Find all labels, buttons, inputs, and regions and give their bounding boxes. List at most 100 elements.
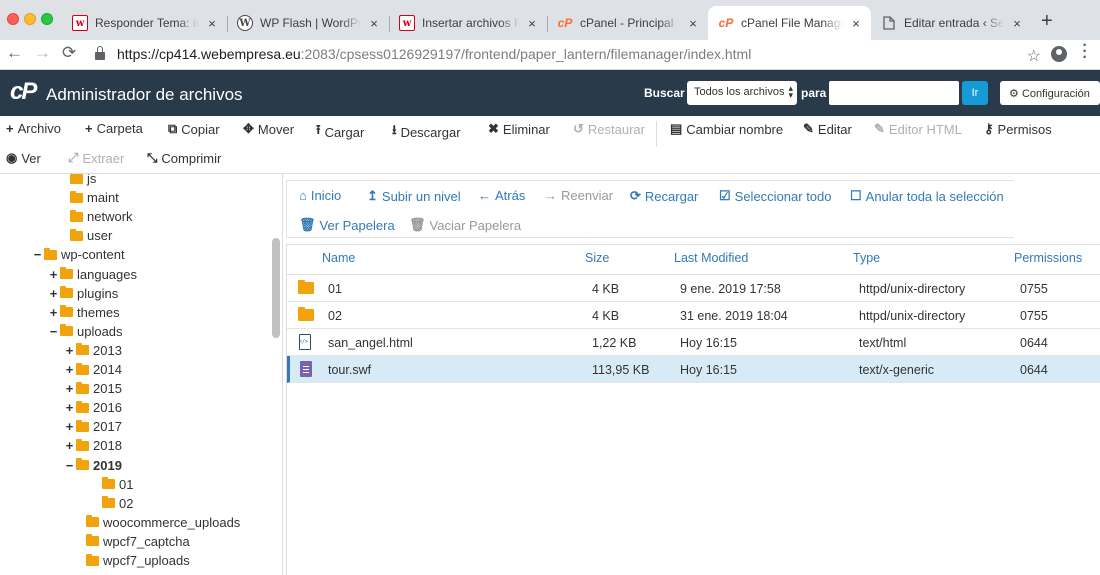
nav-atrás-button[interactable]: ← Atrás [478,188,525,203]
nav-anular-toda-la-selección-button[interactable]: ☐ Anular toda la selección [850,188,1004,204]
toolbar-restaurar-button[interactable]: ↺ Restaurar [573,121,645,137]
tree-scrollbar[interactable] [272,238,280,338]
address-bar[interactable]: https://cp414.webempresa.eu:2083/cpsess0… [85,42,1075,66]
tab-close-icon[interactable]: × [205,16,219,31]
toolbar-editor-html-button[interactable]: ✎ Editor HTML [874,121,962,137]
tree-item-02[interactable]: 02 [102,494,133,513]
table-row[interactable]: san_angel.html 1,22 KB Hoy 16:15 text/html 0… [287,329,1100,356]
tree-item-themes[interactable]: + themes [48,303,120,322]
tree-item-js[interactable]: js [70,174,96,188]
tree-item-wp-content[interactable]: − wp-content [32,245,125,264]
expand-icon[interactable]: + [64,381,75,396]
toolbar-permisos-button[interactable]: ⚷ Permisos [984,121,1052,137]
tree-item-2013[interactable]: +2013 [64,341,122,360]
column-header-name[interactable]: Name [322,251,355,265]
tree-item-wpcf7-captcha[interactable]: wpcf7_captcha [86,532,190,551]
tree-item-network[interactable]: network [70,207,133,226]
browser-tab[interactable]: w Insertar archivos Flash × [389,6,547,40]
expand-icon[interactable]: + [64,400,75,415]
table-row[interactable]: tour.swf 113,95 KB Hoy 16:15 text/x-generic… [287,356,1100,383]
tree-item-languages[interactable]: + languages [48,265,137,284]
tree-item-2016[interactable]: +2016 [64,398,122,417]
nav-button-label: Anular toda la selección [865,188,1004,204]
window-close-button[interactable] [7,13,19,25]
column-header-last-modified[interactable]: Last Modified [674,251,748,265]
profile-icon[interactable] [1051,46,1067,62]
tree-item-01[interactable]: 01 [102,475,133,494]
tree-item-uploads[interactable]: − uploads [48,322,123,341]
toolbar-extraer-button[interactable]: ⤢ Extraer [68,150,124,166]
collapse-icon[interactable]: − [64,458,75,473]
collapse-icon[interactable]: − [32,247,43,262]
toolbar-ver-button[interactable]: ◉ Ver [6,150,41,166]
tree-item-label: plugins [77,285,119,301]
toolbar-descargar-button[interactable]: ⭳ Descargar [392,121,461,143]
expand-icon[interactable]: + [64,419,75,434]
nav-reenviar-button[interactable]: → Reenviar [544,188,613,203]
browser-tab[interactable]: cP cPanel - Principal × [547,6,708,40]
toolbar-eliminar-button[interactable]: ✖ Eliminar [488,121,550,137]
expand-icon[interactable]: + [64,343,75,358]
nav-ver-papelera-button[interactable]: 🗑 Ver Papelera [299,217,395,233]
tree-item-2019[interactable]: − 2019 [64,456,122,475]
back-icon[interactable]: ← [6,43,23,63]
toolbar-copiar-button[interactable]: ⧉ Copiar [168,121,220,137]
nav-seleccionar-todo-button[interactable]: ☑ Seleccionar todo [719,188,832,204]
rename-icon: ▤ [670,121,683,136]
tree-item-woocommerce-uploads[interactable]: woocommerce_uploads [86,513,240,532]
toolbar-button-label: Cambiar nombre [686,121,784,137]
tree-item-plugins[interactable]: + plugins [48,284,119,303]
tree-item-2015[interactable]: +2015 [64,379,122,398]
tree-item-wpcf7-uploads[interactable]: wpcf7_uploads [86,551,190,570]
nav-inicio-button[interactable]: ⌂ Inicio [299,188,341,203]
table-row[interactable]: 02 4 KB 31 ene. 2019 18:04 httpd/unix-direc… [287,302,1100,329]
reload-icon[interactable]: ⟳ [62,43,76,63]
expand-icon[interactable]: + [48,286,59,301]
browser-tab[interactable]: W WP Flash | WordPress.org × [227,6,389,40]
search-scope-select[interactable]: Todos los archivos ▴ ▾ [687,81,797,105]
column-header-size[interactable]: Size [585,251,609,265]
browser-tab[interactable]: w Responder Tema: insertar × [62,6,227,40]
forward-icon[interactable]: → [34,43,51,63]
folder-icon [86,553,99,566]
toolbar-editar-button[interactable]: ✎ Editar [803,121,852,137]
expand-icon[interactable]: + [48,305,59,320]
nav-subir-un-nivel-button[interactable]: ↥ Subir un nivel [367,188,461,204]
browser-tab-active[interactable]: cP cPanel File Manager v3 × [708,6,871,40]
window-zoom-button[interactable] [41,13,53,25]
nav-recargar-button[interactable]: ⟳ Recargar [630,188,698,204]
toolbar-cambiar-nombre-button[interactable]: ▤ Cambiar nombre [670,121,783,137]
tree-item-2014[interactable]: +2014 [64,360,122,379]
tree-item-2018[interactable]: +2018 [64,436,122,455]
toolbar-comprimir-button[interactable]: ⤡ Comprimir [147,150,221,166]
nav-vaciar-papelera-button[interactable]: 🗑 Vaciar Papelera [409,217,521,233]
nav-button-label: Ver Papelera [319,217,395,233]
expand-icon[interactable]: + [64,362,75,377]
collapse-icon[interactable]: − [48,324,59,339]
expand-icon[interactable]: + [64,438,75,453]
toolbar-carpeta-button[interactable]: + Carpeta [85,121,143,136]
tree-item-2017[interactable]: +2017 [64,417,122,436]
settings-button[interactable]: ⚙ Configuración [1000,81,1100,105]
tab-close-icon[interactable]: × [367,16,381,31]
table-row[interactable]: 01 4 KB 9 ene. 2019 17:58 httpd/unix-direct… [287,275,1100,302]
tab-close-icon[interactable]: × [849,16,863,31]
tree-item-maint[interactable]: maint [70,188,119,207]
tab-close-icon[interactable]: × [525,16,539,31]
toolbar-archivo-button[interactable]: + Archivo [6,121,61,136]
browser-tab[interactable]: Editar entrada ‹ Servicio × [871,6,1032,40]
toolbar-mover-button[interactable]: ✥ Mover [243,121,294,137]
expand-icon[interactable]: + [48,267,59,282]
tab-close-icon[interactable]: × [1010,16,1024,31]
search-input[interactable] [829,81,959,105]
tree-item-user[interactable]: user [70,226,112,245]
tab-close-icon[interactable]: × [686,16,700,31]
browser-menu-icon[interactable]: · · · [1082,38,1088,66]
search-go-button[interactable]: Ir [962,81,988,105]
bookmark-star-icon[interactable]: ☆ [1027,46,1041,66]
column-header-permissions[interactable]: Permissions [1014,251,1082,265]
new-tab-button[interactable]: + [1041,11,1053,31]
toolbar-cargar-button[interactable]: ⭱ Cargar [316,121,364,143]
column-header-type[interactable]: Type [853,251,880,265]
window-minimize-button[interactable] [24,13,36,25]
